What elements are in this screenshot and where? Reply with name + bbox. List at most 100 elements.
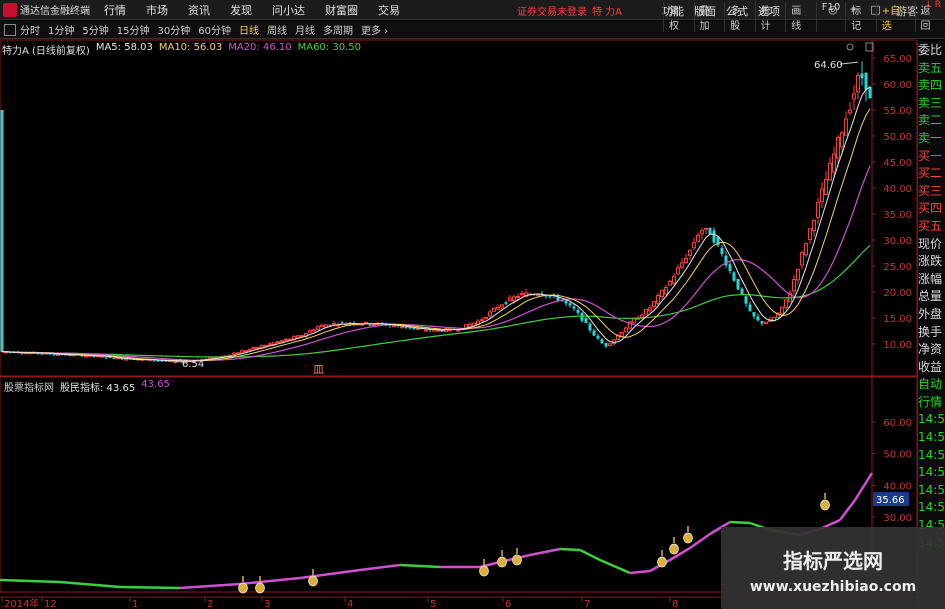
candle-down bbox=[576, 309, 580, 313]
indicator-segment bbox=[0, 578, 61, 584]
candle-down bbox=[600, 339, 604, 344]
price-tick-label: 25.00 bbox=[883, 262, 912, 273]
candle-down bbox=[504, 302, 508, 304]
candle-up bbox=[656, 294, 660, 304]
indicator-segment bbox=[629, 569, 651, 575]
candle-up bbox=[276, 341, 280, 344]
money-bag-icon bbox=[820, 499, 830, 511]
dropdown-icon bbox=[846, 43, 854, 51]
candle-up bbox=[828, 162, 832, 181]
money-bag-icon bbox=[497, 556, 507, 568]
quote-label: 卖四 bbox=[918, 78, 943, 93]
money-bag-icon bbox=[479, 565, 489, 577]
price-tick-label: 10.00 bbox=[883, 340, 912, 351]
candle-down bbox=[68, 355, 72, 357]
candle-up bbox=[400, 326, 404, 329]
indicator-tick-label: 50.00 bbox=[883, 450, 912, 461]
candle-up bbox=[252, 346, 256, 349]
candle-up bbox=[320, 324, 324, 328]
candle-up bbox=[500, 304, 504, 308]
quote-label: 现价 bbox=[918, 236, 943, 251]
candle-up bbox=[820, 188, 824, 203]
candle-up bbox=[804, 243, 808, 256]
time-tick-label: 2 bbox=[207, 599, 213, 609]
quote-label: 14:5 bbox=[918, 465, 945, 480]
indicator-tick-label: 40.00 bbox=[883, 481, 912, 492]
money-bag-icon bbox=[657, 556, 667, 568]
candle-down bbox=[712, 230, 716, 243]
indicator-segment bbox=[579, 548, 601, 562]
candle-up bbox=[704, 227, 708, 230]
money-bag-icon bbox=[683, 532, 693, 544]
indicator-segment bbox=[559, 547, 581, 552]
candle-up bbox=[508, 297, 512, 302]
candle-up bbox=[652, 301, 656, 307]
candle-up bbox=[832, 153, 836, 173]
candle-up bbox=[676, 267, 680, 275]
candle-up bbox=[696, 234, 700, 242]
candle-up bbox=[316, 326, 320, 331]
candle-up bbox=[424, 329, 428, 332]
kline-chart[interactable]: 65.00 60.00 55.00 50.00 45.00 40.00 35.00 30.00… bbox=[0, 0, 917, 609]
candle-down bbox=[868, 86, 872, 99]
candle-down bbox=[556, 297, 560, 301]
candle-down bbox=[584, 317, 588, 324]
candle-up bbox=[300, 335, 304, 338]
time-tick-label: 7 bbox=[584, 599, 590, 609]
candle-up bbox=[764, 321, 768, 325]
candle-up bbox=[236, 352, 240, 355]
candle-up bbox=[780, 306, 784, 315]
candle-down bbox=[736, 279, 740, 290]
candle-up bbox=[240, 350, 244, 354]
candle-down bbox=[404, 326, 408, 328]
ma10-line bbox=[1, 108, 871, 362]
candle-down bbox=[720, 247, 724, 254]
candle-up bbox=[680, 262, 684, 268]
indicator-tick-label: 60.00 bbox=[883, 418, 912, 429]
candle-up bbox=[492, 307, 496, 312]
candle-down bbox=[592, 330, 596, 336]
candle-up bbox=[624, 327, 628, 333]
candle-up bbox=[496, 306, 500, 310]
candle-up bbox=[800, 252, 804, 266]
candle-up bbox=[364, 321, 368, 324]
back-button[interactable]: 返回 bbox=[914, 2, 945, 32]
candle-up bbox=[796, 268, 800, 281]
candle-up bbox=[840, 132, 844, 148]
low-label: 6.54 bbox=[182, 359, 204, 370]
candle-down bbox=[152, 360, 156, 362]
price-tick-label: 65.00 bbox=[883, 54, 912, 65]
candle-down bbox=[572, 306, 576, 309]
money-bag-icon bbox=[512, 554, 522, 566]
money-bag-icon bbox=[238, 582, 248, 594]
candle-down bbox=[340, 322, 344, 324]
candle-up bbox=[484, 316, 488, 319]
candle-up bbox=[372, 323, 376, 326]
candle-up bbox=[512, 296, 516, 301]
quote-label: 买一 bbox=[918, 148, 943, 163]
money-bag-icon bbox=[308, 575, 318, 587]
indicator-segment bbox=[529, 547, 561, 557]
candle-up bbox=[672, 275, 676, 284]
quote-label: 行情 bbox=[918, 394, 943, 409]
candle-up bbox=[488, 311, 492, 317]
candle-up bbox=[848, 109, 852, 114]
quote-label: 换手 bbox=[918, 324, 943, 339]
price-tick-label: 45.00 bbox=[883, 158, 912, 169]
candle-up bbox=[784, 299, 788, 308]
candle-up bbox=[244, 350, 248, 353]
candle-down bbox=[728, 264, 732, 271]
quote-label: 净资 bbox=[918, 342, 943, 357]
candle-up bbox=[692, 242, 696, 249]
quote-label: 买五 bbox=[918, 218, 943, 233]
candle-down bbox=[0, 110, 4, 352]
candle-down bbox=[52, 354, 56, 356]
quote-label: 自动 bbox=[918, 377, 943, 392]
candle-down bbox=[748, 304, 752, 312]
candle-down bbox=[744, 296, 748, 304]
quote-label: 14:5 bbox=[918, 447, 945, 462]
candle-up bbox=[392, 325, 396, 328]
candle-up bbox=[824, 179, 828, 195]
quote-label: 14:5 bbox=[918, 430, 945, 445]
price-panel-border bbox=[0, 39, 917, 377]
